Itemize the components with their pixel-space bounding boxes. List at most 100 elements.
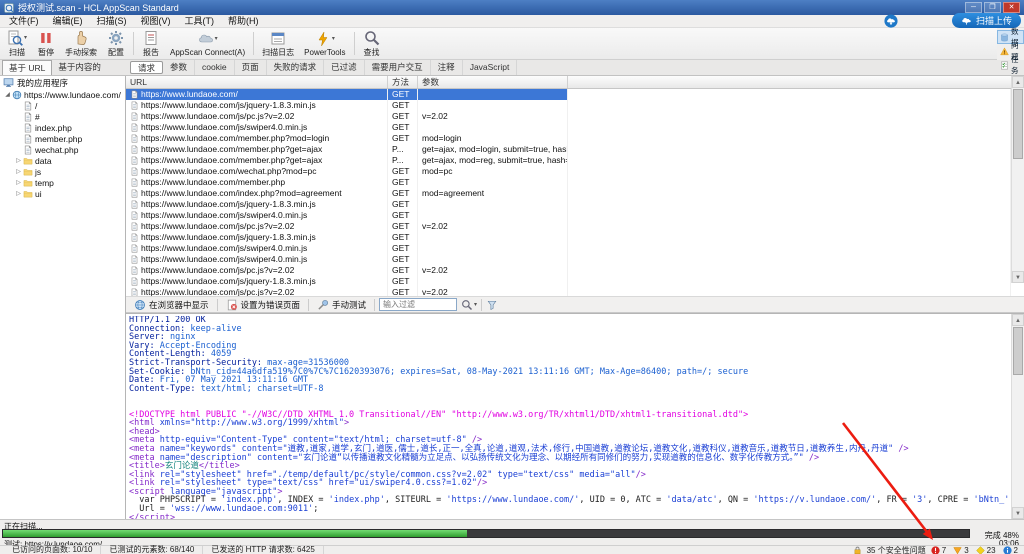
severity-high[interactable]: 7 [931,546,946,554]
content-tab[interactable]: 需要用户交互 [365,60,431,75]
content-tab[interactable]: JavaScript [463,60,518,75]
menu-item[interactable]: 编辑(E) [46,15,90,28]
toolbar-report-button[interactable]: 报告 [137,29,165,58]
search-filter-button[interactable]: ▾ [461,299,477,311]
table-row[interactable]: https://www.lundaoe.com/js/jquery-1.8.3.… [126,199,1011,210]
scroll-down-icon[interactable]: ▼ [1012,271,1024,283]
toolbar-button-label: 扫描日志 [262,47,294,58]
severity-low[interactable]: 23 [976,546,996,554]
content-tab[interactable]: 参数 [163,60,195,75]
table-row[interactable]: https://www.lundaoe.com/js/swiper4.0.min… [126,254,1011,265]
scrollbar-thumb[interactable] [1013,89,1023,159]
dropdown-arrow-icon[interactable]: ▾ [332,35,335,42]
expand-icon[interactable]: ▷ [14,157,23,164]
dropdown-arrow-icon[interactable]: ▾ [215,35,218,42]
table-row[interactable]: https://www.lundaoe.com/js/swiper4.0.min… [126,243,1011,254]
side-button-tasks[interactable]: 任务 [997,58,1024,72]
menu-item[interactable]: 工具(T) [178,15,222,28]
column-header[interactable]: URL [126,76,388,88]
url-cell: https://www.lundaoe.com/member.php?get=a… [126,144,388,155]
response-scrollbar[interactable]: ▲ ▼ [1011,314,1024,519]
table-row[interactable]: https://www.lundaoe.com/wechat.php?mod=p… [126,166,1011,177]
column-header[interactable]: 方法 [388,76,418,88]
table-row[interactable]: https://www.lundaoe.com/js/pc.js?v=2.02G… [126,221,1011,232]
menu-item[interactable]: 视图(V) [134,15,178,28]
table-row[interactable]: https://www.lundaoe.com/index.php?mod=ag… [126,188,1011,199]
toolbar-scan-log-button[interactable]: 扫描日志 [257,29,299,58]
request-table-scrollbar[interactable]: ▲ ▼ [1011,76,1024,283]
table-row[interactable]: https://www.lundaoe.com/GET [126,89,1011,100]
tree-item[interactable]: wechat.php [0,144,125,155]
toolbar-config-button[interactable]: 配置 [102,29,130,58]
table-row[interactable]: https://www.lundaoe.com/member.php?get=a… [126,155,1011,166]
dropdown-arrow-icon[interactable]: ▾ [24,34,27,41]
action-browser-globe-button[interactable]: 在浏览器中显示 [130,299,213,311]
table-row[interactable]: https://www.lundaoe.com/member.phpGET [126,177,1011,188]
tree-item[interactable]: # [0,111,125,122]
action-bar-buttons: 在浏览器中显示设置为错误页面手动测试 [130,299,370,311]
maximize-button[interactable]: ❐ [984,2,1001,13]
scroll-up-icon[interactable]: ▲ [1012,76,1024,88]
severity-informational[interactable]: 2 [1003,546,1018,554]
content-tab[interactable]: 失败的请求 [267,60,325,75]
toolbar-scan-button[interactable]: ▾扫描 [2,29,32,58]
content-tab[interactable]: 请求 [130,61,163,74]
connect-status-icon[interactable] [884,14,898,28]
table-row[interactable]: https://www.lundaoe.com/member.php?mod=l… [126,133,1011,144]
table-row[interactable]: https://www.lundaoe.com/js/pc.js?v=2.02G… [126,265,1011,276]
tree-item[interactable]: member.php [0,133,125,144]
action-error-page-button[interactable]: 设置为错误页面 [222,299,305,311]
tree-item[interactable]: ▷data [0,155,125,166]
content-tab[interactable]: 已过滤 [324,60,365,75]
table-row[interactable]: https://www.lundaoe.com/js/pc.js?v=2.02G… [126,287,1011,296]
toolbar-appscan-connect-cloud-button[interactable]: ▾AppScan Connect(A) [165,29,250,58]
expand-icon[interactable]: ▷ [14,168,23,175]
scroll-up-icon[interactable]: ▲ [1012,314,1024,326]
severity-medium[interactable]: 3 [953,546,968,554]
minimize-button[interactable]: ─ [965,2,982,13]
expand-icon[interactable]: ▷ [14,179,23,186]
url-cell: https://www.lundaoe.com/js/pc.js?v=2.02 [126,111,388,122]
content-tab[interactable]: cookie [195,60,235,75]
tree-item[interactable]: ◢https://www.lundaoe.com/ [0,89,125,100]
view-tab[interactable]: 基于 URL [2,60,52,75]
security-summary[interactable]: 35 个安全性问题 73232 [853,545,1024,554]
toolbar-find-button[interactable]: 查找 [358,29,386,58]
tree-item[interactable]: ▷ui [0,188,125,199]
tree-item[interactable]: / [0,100,125,111]
table-row[interactable]: https://www.lundaoe.com/js/swiper4.0.min… [126,210,1011,221]
tree-item[interactable]: ▷temp [0,177,125,188]
action-manual-test-button[interactable]: 手动测试 [313,299,370,311]
menu-item[interactable]: 文件(F) [2,15,46,28]
page-icon [23,123,33,133]
url-cell: https://www.lundaoe.com/js/jquery-1.8.3.… [126,100,388,111]
filter-input[interactable] [379,298,457,311]
close-button[interactable]: ✕ [1003,2,1020,13]
clear-filter-button[interactable] [486,299,498,311]
scrollbar-thumb[interactable] [1013,327,1023,375]
column-header[interactable]: 参数 [418,76,568,88]
url-text: https://www.lundaoe.com/js/pc.js?v=2.02 [141,287,294,296]
tree-item[interactable]: ▷js [0,166,125,177]
content-tab[interactable]: 页面 [235,60,267,75]
toolbar-powertools-button[interactable]: ▾PowerTools [299,29,350,58]
menu-item[interactable]: 帮助(H) [221,15,266,28]
menu-item[interactable]: 扫描(S) [90,15,134,28]
response-viewer[interactable]: HTTP/1.1 200 OKConnection: keep-aliveSer… [126,313,1024,519]
table-row[interactable]: https://www.lundaoe.com/member.php?get=a… [126,144,1011,155]
view-tab[interactable]: 基于内容的 [52,60,107,75]
toolbar-pause-button[interactable]: 暂停 [32,29,60,58]
table-row[interactable]: https://www.lundaoe.com/js/pc.js?v=2.02G… [126,111,1011,122]
collapse-icon[interactable]: ◢ [3,91,12,98]
magnifier-icon [461,299,473,311]
table-row[interactable]: https://www.lundaoe.com/js/swiper4.0.min… [126,122,1011,133]
table-row[interactable]: https://www.lundaoe.com/js/jquery-1.8.3.… [126,276,1011,287]
tree-item[interactable]: index.php [0,122,125,133]
table-row[interactable]: https://www.lundaoe.com/js/jquery-1.8.3.… [126,100,1011,111]
table-row[interactable]: https://www.lundaoe.com/js/jquery-1.8.3.… [126,232,1011,243]
toolbar-manual-explore-button[interactable]: 手动探索 [60,29,102,58]
content-tab[interactable]: 注释 [431,60,463,75]
expand-icon[interactable]: ▷ [14,190,23,197]
method-cell: GET [388,221,418,232]
scroll-down-icon[interactable]: ▼ [1012,507,1024,519]
